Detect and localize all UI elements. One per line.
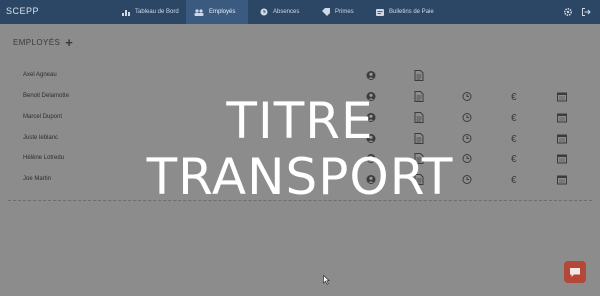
overlay-title: TITRE TRANSPORT <box>0 93 600 205</box>
top-navbar: SCEPP Tableau de Bord Employés Absences … <box>0 0 600 24</box>
add-employee-button[interactable]: + <box>65 36 73 49</box>
employee-name: Axel Agneau <box>23 72 57 78</box>
chart-icon <box>122 9 130 16</box>
employee-row[interactable]: Axel Agneau <box>0 66 600 86</box>
page-heading: EMPLOYÉS + <box>13 36 73 49</box>
profile-icon[interactable] <box>366 70 376 81</box>
nav-employees[interactable]: Employés <box>186 0 248 24</box>
gear-icon[interactable] <box>563 7 573 17</box>
app-brand[interactable]: SCEPP <box>6 6 39 16</box>
nav-payslips[interactable]: Bulletins de Paie <box>368 0 442 24</box>
nav-primes-label: Primes <box>335 9 354 15</box>
nav-dashboard-label: Tableau de Bord <box>135 9 179 15</box>
tag-icon <box>322 8 330 16</box>
chat-icon <box>570 267 580 277</box>
document-icon <box>376 8 384 16</box>
overlay-title-line1: TITRE <box>226 92 374 150</box>
nav-payslips-label: Bulletins de Paie <box>389 9 434 15</box>
page-title: EMPLOYÉS <box>13 38 61 47</box>
nav-employees-label: Employés <box>209 9 236 15</box>
file-icon[interactable] <box>414 70 424 81</box>
clock-icon <box>260 8 268 16</box>
logout-icon[interactable] <box>581 7 591 17</box>
nav-absences-label: Absences <box>273 9 300 15</box>
users-icon <box>194 8 204 16</box>
nav-absences[interactable]: Absences <box>252 0 307 24</box>
mouse-cursor-icon <box>323 275 330 285</box>
overlay-title-line2: TRANSPORT <box>146 148 454 206</box>
nav-primes[interactable]: Primes <box>314 0 362 24</box>
nav-dashboard[interactable]: Tableau de Bord <box>114 0 187 24</box>
chat-button[interactable] <box>564 261 586 283</box>
